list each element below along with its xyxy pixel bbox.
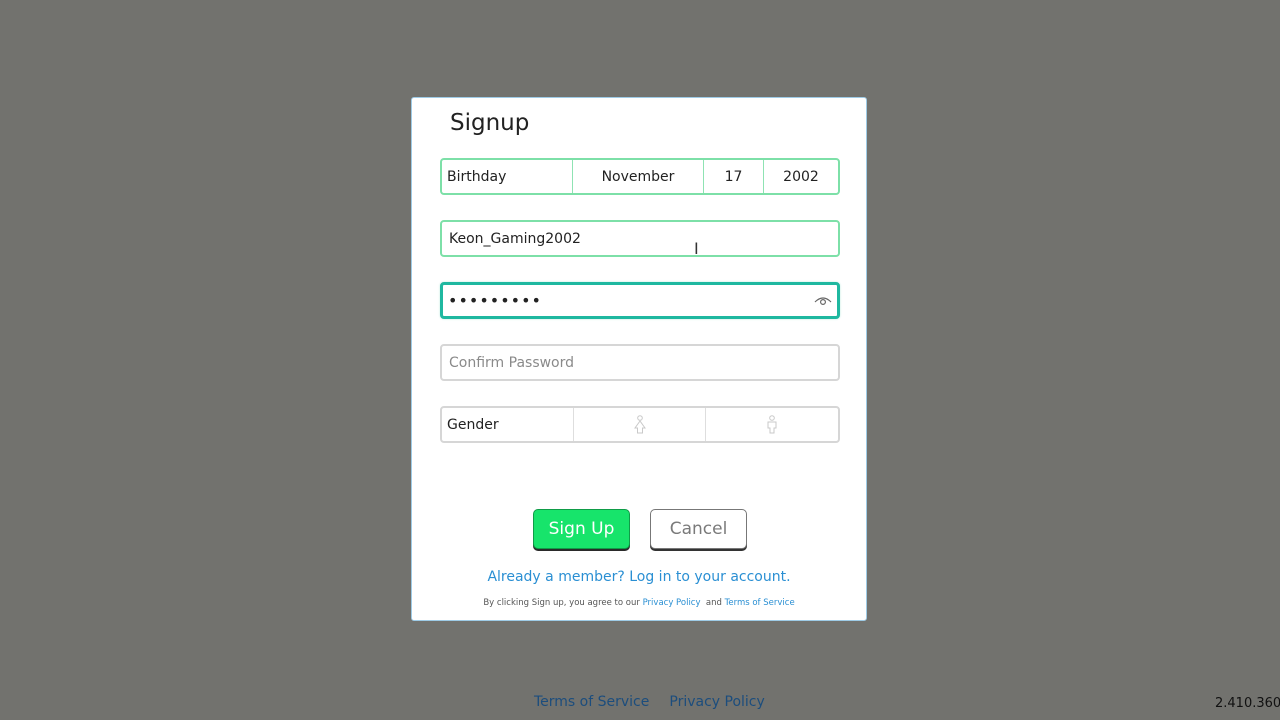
cancel-button[interactable]: Cancel xyxy=(650,509,747,549)
gender-option-female[interactable] xyxy=(574,408,706,441)
birthday-month-select[interactable]: November xyxy=(573,160,704,193)
legal-prefix: By clicking Sign up, you agree to our xyxy=(483,598,643,608)
birthday-year-select[interactable]: 2002 xyxy=(764,160,838,193)
footer-privacy-link[interactable]: Privacy Policy xyxy=(669,694,764,710)
gender-option-male[interactable] xyxy=(706,408,838,441)
legal-and: and xyxy=(700,598,725,608)
legal-notice: By clicking Sign up, you agree to our Pr… xyxy=(412,598,866,608)
birthday-day-select[interactable]: 17 xyxy=(704,160,764,193)
signup-button[interactable]: Sign Up xyxy=(533,509,630,549)
eye-icon[interactable] xyxy=(814,293,832,307)
confirm-password-input[interactable] xyxy=(442,346,802,379)
gender-label: Gender xyxy=(442,408,574,441)
password-input[interactable] xyxy=(443,285,803,316)
birthday-picker: Birthday November 17 2002 xyxy=(440,158,840,195)
gender-selector: Gender xyxy=(440,406,840,443)
footer-links: Terms of Service Privacy Policy xyxy=(534,694,765,710)
birthday-label: Birthday xyxy=(442,160,573,193)
username-input[interactable] xyxy=(442,222,802,255)
password-field-wrapper xyxy=(440,282,840,319)
text-cursor-icon: I xyxy=(694,239,699,258)
signup-dialog: Signup Birthday November 17 2002 Gender xyxy=(411,97,867,621)
male-icon xyxy=(767,414,777,433)
legal-terms-link[interactable]: Terms of Service xyxy=(725,598,795,608)
confirm-password-field-wrapper xyxy=(440,344,840,381)
legal-privacy-link[interactable]: Privacy Policy xyxy=(643,598,701,608)
username-field-wrapper xyxy=(440,220,840,257)
footer-terms-link[interactable]: Terms of Service xyxy=(534,694,649,710)
login-link[interactable]: Already a member? Log in to your account… xyxy=(412,569,866,585)
version-label: 2.410.3604 xyxy=(1215,696,1280,711)
dialog-title: Signup xyxy=(450,110,530,136)
female-icon xyxy=(633,414,646,433)
